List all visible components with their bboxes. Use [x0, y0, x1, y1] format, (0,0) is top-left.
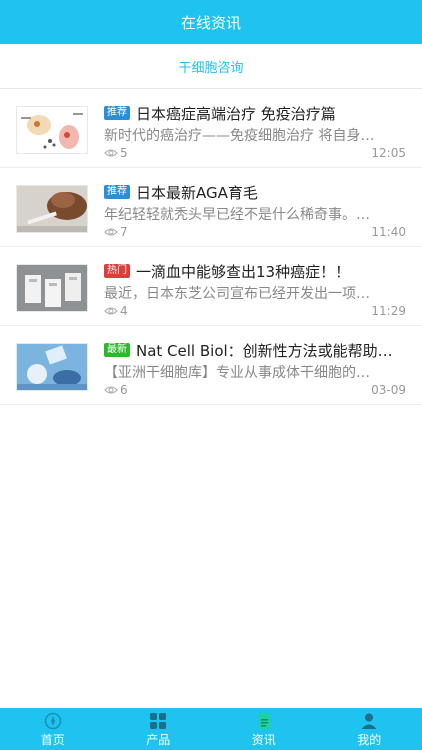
bottom-tab-bar: 首页 产品 资讯 我的: [0, 708, 422, 750]
article-item[interactable]: 推荐 日本癌症高端治疗 免疫治疗篇 新时代的癌治疗——免疫细胞治疗 将自身… 5…: [0, 89, 422, 168]
article-title: 一滴血中能够查出13种癌症！！: [136, 262, 351, 281]
view-count: 4: [104, 304, 128, 318]
tab-profile[interactable]: 我的: [317, 708, 422, 750]
article-title: Nat Cell Biol：创新性方法或能帮助…: [136, 341, 393, 360]
user-icon: [361, 713, 377, 729]
article-summary: 【亚洲干细胞库】专业从事成体干细胞的…: [104, 365, 370, 381]
tab-label: 首页: [40, 733, 65, 747]
eye-icon: [104, 386, 118, 394]
view-count-value: 4: [120, 304, 128, 318]
badge-recommend: 推荐: [104, 185, 130, 199]
category-tab-label: 干细胞咨询: [178, 60, 244, 76]
article-time: 03-09: [371, 383, 406, 397]
view-count-value: 7: [120, 225, 128, 239]
article-summary: 年纪轻轻就秃头早已经不是什么稀奇事。…: [104, 207, 370, 223]
article-time: 11:29: [371, 304, 406, 318]
tab-news[interactable]: 资讯: [211, 708, 317, 750]
article-time: 11:40: [371, 225, 406, 239]
header-title: 在线资讯: [180, 13, 241, 32]
grid-icon: [150, 713, 167, 729]
article-title-row: 最新 Nat Cell Biol：创新性方法或能帮助…: [104, 339, 410, 361]
tab-products[interactable]: 产品: [106, 708, 212, 750]
article-item[interactable]: 推荐 日本最新AGA育毛 年纪轻轻就秃头早已经不是什么稀奇事。… 7 11:40: [0, 168, 422, 247]
view-count-value: 5: [120, 146, 128, 160]
app-header: 在线资讯: [0, 0, 422, 44]
view-count: 5: [104, 146, 128, 160]
article-title-row: 推荐 日本癌症高端治疗 免疫治疗篇: [104, 102, 410, 124]
article-thumbnail: [16, 264, 88, 312]
view-count-value: 6: [120, 383, 128, 397]
article-meta: 6 03-09: [104, 382, 406, 398]
view-count: 7: [104, 225, 128, 239]
article-list: 推荐 日本癌症高端治疗 免疫治疗篇 新时代的癌治疗——免疫细胞治疗 将自身… 5…: [0, 89, 422, 405]
article-item[interactable]: 热门 一滴血中能够查出13种癌症！！ 最近，日本东芝公司宣布已经开发出一项… 4…: [0, 247, 422, 326]
eye-icon: [104, 149, 118, 157]
article-meta: 5 12:05: [104, 145, 406, 161]
badge-recommend: 推荐: [104, 106, 130, 120]
eye-icon: [104, 228, 118, 236]
article-title: 日本最新AGA育毛: [136, 183, 258, 202]
article-meta: 7 11:40: [104, 224, 406, 240]
eye-icon: [104, 307, 118, 315]
article-item[interactable]: 最新 Nat Cell Biol：创新性方法或能帮助… 【亚洲干细胞库】专业从事…: [0, 326, 422, 405]
article-thumbnail: [16, 106, 88, 154]
article-title: 日本癌症高端治疗 免疫治疗篇: [136, 104, 336, 123]
tab-label: 我的: [357, 733, 382, 747]
badge-hot: 热门: [104, 264, 130, 278]
article-meta: 4 11:29: [104, 303, 406, 319]
tab-label: 产品: [146, 733, 171, 747]
view-count: 6: [104, 383, 128, 397]
article-title-row: 推荐 日本最新AGA育毛: [104, 181, 410, 203]
badge-new: 最新: [104, 343, 130, 357]
article-summary: 最近，日本东芝公司宣布已经开发出一项…: [104, 286, 370, 302]
tab-label: 资讯: [251, 733, 276, 747]
article-title-row: 热门 一滴血中能够查出13种癌症！！: [104, 260, 410, 282]
compass-icon: [44, 712, 61, 730]
article-thumbnail: [16, 185, 88, 233]
article-summary: 新时代的癌治疗——免疫细胞治疗 将自身…: [104, 128, 375, 144]
tab-home[interactable]: 首页: [0, 708, 106, 750]
category-tab-stem-cell[interactable]: 干细胞咨询: [0, 44, 422, 89]
article-time: 12:05: [371, 146, 406, 160]
document-icon: [258, 713, 270, 729]
article-thumbnail: [16, 343, 88, 391]
